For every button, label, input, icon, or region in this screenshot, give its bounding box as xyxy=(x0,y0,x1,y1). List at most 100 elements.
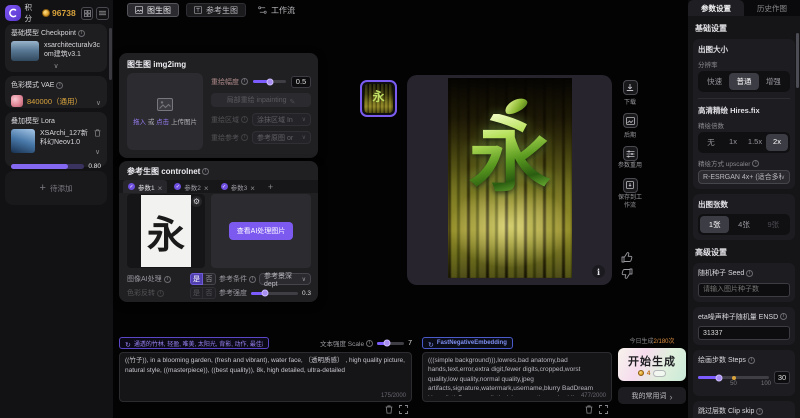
resolution-enhanced[interactable]: 增强 xyxy=(759,73,788,90)
lora-collapse-chevron-icon[interactable] xyxy=(95,141,100,159)
inpaint-ref-dropdown[interactable]: 参考原图 or xyxy=(252,131,311,144)
count-4[interactable]: 4张 xyxy=(729,216,758,233)
vae-dropdown-chevron-icon[interactable] xyxy=(96,92,101,110)
steps-info-icon[interactable] xyxy=(748,357,755,364)
vae-title: 色彩模式 VAE xyxy=(11,80,54,90)
negative-prompt-box[interactable]: (((simple background))),lowres,bad anato… xyxy=(422,352,612,402)
save-workflow-button[interactable] xyxy=(623,178,638,193)
positive-clear-trash-icon[interactable] xyxy=(385,405,393,414)
close-icon[interactable] xyxy=(204,178,209,196)
controlnet-info-icon[interactable] xyxy=(202,168,209,175)
controlnet-tab-bar: 参数1 参数2 参数3 xyxy=(119,180,318,193)
close-icon[interactable] xyxy=(158,178,163,196)
hires-2x[interactable]: 2x xyxy=(766,134,788,151)
resolution-fast[interactable]: 快速 xyxy=(700,73,729,90)
seed-input[interactable] xyxy=(698,283,790,297)
inpaint-button[interactable]: 局部重绘 inpainting xyxy=(211,93,311,107)
ai-process-info-icon[interactable] xyxy=(164,276,171,283)
cfg-scale-slider[interactable] xyxy=(377,342,404,345)
lora-card: 叠加模型 Lora XSArchi_127新科幻Neov1.0 0.80 xyxy=(5,112,107,167)
generate-button[interactable]: 开始生成 4 xyxy=(618,348,686,381)
menu-button[interactable] xyxy=(96,7,109,20)
hires-none[interactable]: 无 xyxy=(700,134,722,151)
cost-value: 4 xyxy=(647,370,651,377)
negative-embedding-chip[interactable]: FastNegativeEmbedding xyxy=(422,337,513,349)
ref-condition-info-icon[interactable] xyxy=(249,276,256,283)
result-thumbnail[interactable]: 永 xyxy=(360,80,397,117)
controlnet-tab-2[interactable]: 参数2 xyxy=(169,180,213,193)
lora-delete-trash-icon[interactable] xyxy=(94,129,101,137)
denoise-slider[interactable] xyxy=(253,80,286,83)
negative-expand-icon[interactable] xyxy=(599,405,608,414)
upscaler-dropdown[interactable]: R-ESRGAN 4x+ (适合多种风 xyxy=(698,170,790,184)
ai-process-yes-button[interactable]: 是 xyxy=(190,273,203,285)
thumbs-up-icon[interactable] xyxy=(621,252,633,263)
download-button[interactable] xyxy=(623,80,638,95)
upscaler-info-icon[interactable] xyxy=(752,160,759,167)
positive-expand-icon[interactable] xyxy=(399,405,408,414)
prompt-suggestion-chip[interactable]: 通透的竹林, 轻盈, 唯美, 太阳光, 背影, 动作, 最佳质量 xyxy=(119,337,269,349)
reuse-params-button[interactable] xyxy=(623,146,638,161)
vae-info-icon[interactable] xyxy=(56,82,63,89)
prompt-suggestion-text: 通透的竹林, 轻盈, 唯美, 太阳光, 背影, 动作, 最佳质量 xyxy=(134,339,263,348)
tab-workflow[interactable]: 工作流 xyxy=(253,3,300,17)
ensd-input[interactable] xyxy=(698,326,790,340)
ref-strength-value: 0.3 xyxy=(302,290,311,297)
count-9[interactable]: 9张 xyxy=(759,216,788,233)
hires-15x[interactable]: 1.5x xyxy=(744,134,766,151)
count-1[interactable]: 1张 xyxy=(700,216,729,233)
lora-weight-slider[interactable] xyxy=(11,164,84,169)
app-logo[interactable] xyxy=(5,5,21,21)
ref-strength-slider[interactable] xyxy=(251,292,298,295)
add-controlnet-tab-button[interactable] xyxy=(268,182,273,192)
resolution-normal[interactable]: 普通 xyxy=(729,73,758,90)
denoise-info-icon[interactable] xyxy=(241,78,248,85)
add-lora-button[interactable]: 待添加 xyxy=(5,171,107,205)
inpaint-area-dropdown[interactable]: 涂抹区域 In xyxy=(252,113,311,126)
checkpoint-collapse-chevron-icon[interactable] xyxy=(53,55,58,72)
my-phrases-button[interactable]: 我的常用词 xyxy=(618,387,686,404)
color-invert-yes-button[interactable]: 是 xyxy=(190,287,203,299)
ai-process-no-button[interactable]: 否 xyxy=(203,273,216,285)
steps-value[interactable]: 30 xyxy=(774,371,790,384)
clip-skip-info-icon[interactable] xyxy=(756,408,763,415)
steps-slider[interactable]: 50 100 xyxy=(698,376,769,379)
tab-history[interactable]: 历史作图 xyxy=(744,0,800,16)
image-info-button[interactable]: i xyxy=(592,265,605,278)
negative-clear-trash-icon[interactable] xyxy=(585,405,593,414)
checkpoint-info-icon[interactable] xyxy=(78,30,85,37)
generated-image[interactable]: 永 xyxy=(448,78,572,278)
ensd-info-icon[interactable] xyxy=(780,313,787,320)
hires-1x[interactable]: 1x xyxy=(722,134,744,151)
controlnet-tab-1[interactable]: 参数1 xyxy=(123,180,167,193)
ref-strength-label: 参考强度 xyxy=(219,288,247,298)
steps-default-tick xyxy=(732,376,736,380)
upload-dropzone[interactable]: 拖入 或 点击 上传图片 xyxy=(127,73,203,150)
lora-thumbnail[interactable] xyxy=(11,129,35,153)
grid-view-button[interactable] xyxy=(81,7,94,20)
controlnet-source-image[interactable]: 永 xyxy=(141,195,191,267)
upscaler-value: R-ESRGAN 4x+ (适合多种风 xyxy=(703,172,781,182)
controlnet-settings-gear-icon[interactable] xyxy=(191,196,202,207)
checkpoint-thumbnail[interactable] xyxy=(11,41,39,61)
cfg-scale-info-icon[interactable] xyxy=(366,340,373,347)
denoise-value[interactable]: 0.5 xyxy=(291,76,311,88)
ref-condition-dropdown[interactable]: 参考景深 dept xyxy=(259,273,311,285)
view-ai-image-button[interactable]: 查看AI处理图片 xyxy=(229,222,294,240)
positive-prompt-box[interactable]: ((竹子)), in a blooming garden, (fresh and… xyxy=(119,352,412,402)
tab-reference[interactable]: 参考生图 xyxy=(186,3,246,17)
right-sidebar-scrollbar[interactable] xyxy=(796,33,799,88)
tab-parameter-settings[interactable]: 参数设置 xyxy=(688,0,744,16)
postprocess-button[interactable] xyxy=(623,113,638,128)
tab-img2img[interactable]: 图生图 xyxy=(127,3,179,17)
steps-max-label: 100 xyxy=(761,381,771,387)
color-invert-no-button[interactable]: 否 xyxy=(203,287,216,299)
clip-skip-label: 跳过层数 Clip skip xyxy=(698,406,754,416)
thumbs-down-icon[interactable] xyxy=(621,268,633,279)
coin-icon xyxy=(42,9,50,17)
hires-scale-segment: 无 1x 1.5x 2x xyxy=(698,132,790,153)
seed-info-icon[interactable] xyxy=(746,270,753,277)
left-sidebar-scrollbar[interactable] xyxy=(109,28,112,80)
close-icon[interactable] xyxy=(250,178,255,196)
controlnet-tab-3[interactable]: 参数3 xyxy=(216,180,260,193)
